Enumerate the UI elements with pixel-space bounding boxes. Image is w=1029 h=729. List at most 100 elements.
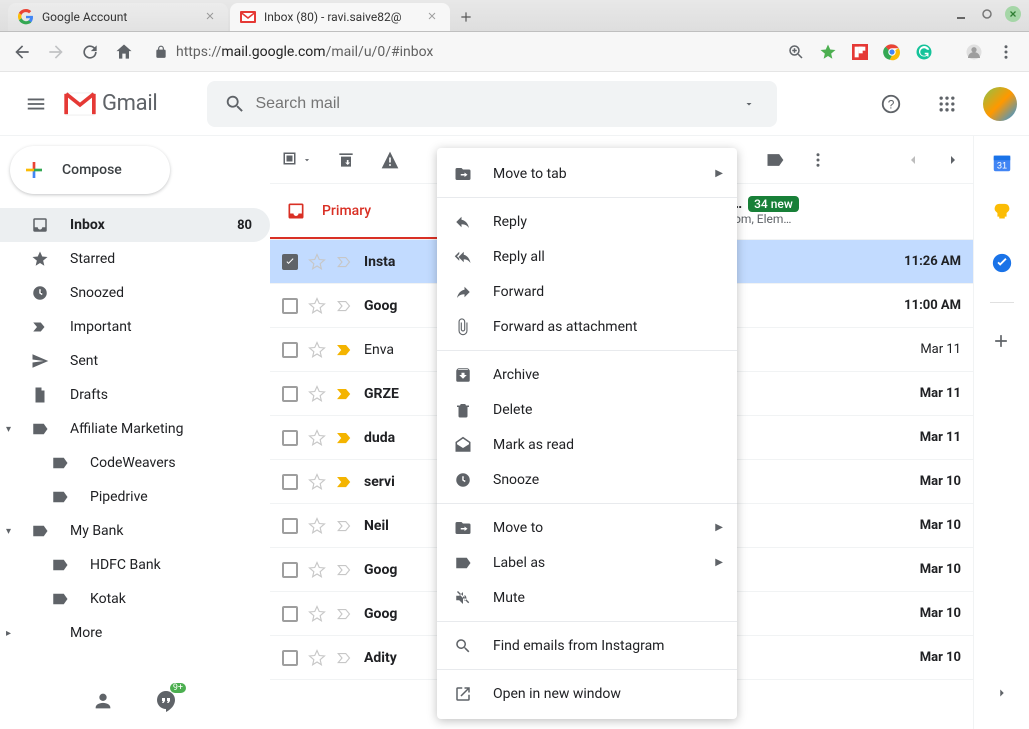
row-checkbox[interactable]	[282, 298, 298, 314]
hangouts-icon[interactable]: 9+	[154, 689, 178, 713]
keep-icon[interactable]	[991, 202, 1013, 224]
star-icon[interactable]	[308, 429, 326, 447]
sidebar-item-hdfc-bank[interactable]: HDFC Bank	[0, 548, 270, 582]
sidebar-item-codeweavers[interactable]: CodeWeavers	[0, 446, 270, 480]
chevron-down-icon[interactable]: ▾	[6, 526, 22, 537]
menu-item-move-to[interactable]: Move to▶	[437, 510, 737, 545]
row-checkbox[interactable]	[282, 474, 298, 490]
browser-tab[interactable]: Google Account	[8, 3, 228, 31]
search-dropdown-icon[interactable]	[729, 98, 769, 110]
sidebar-item-important[interactable]: Important	[0, 310, 270, 344]
menu-item-forward-as-attachment[interactable]: Forward as attachment	[437, 309, 737, 344]
search-input[interactable]	[255, 95, 729, 113]
star-icon[interactable]	[308, 253, 326, 271]
zoom-icon[interactable]	[787, 43, 805, 61]
importance-icon[interactable]	[336, 253, 354, 271]
star-icon[interactable]	[308, 341, 326, 359]
sidebar-item-sent[interactable]: Sent	[0, 344, 270, 378]
menu-item-reply[interactable]: Reply	[437, 204, 737, 239]
browser-menu-icon[interactable]	[997, 43, 1015, 61]
sidebar-item-my-bank[interactable]: ▾My Bank	[0, 514, 270, 548]
menu-item-snooze[interactable]: Snooze	[437, 462, 737, 497]
search-box[interactable]	[207, 81, 777, 127]
sidebar-item-drafts[interactable]: Drafts	[0, 378, 270, 412]
star-icon[interactable]	[308, 649, 326, 667]
chrome-ext-icon[interactable]	[883, 43, 901, 61]
compose-button[interactable]: Compose	[10, 146, 170, 194]
star-icon[interactable]	[308, 517, 326, 535]
sidebar-item-inbox[interactable]: Inbox80	[0, 208, 270, 242]
row-checkbox[interactable]	[282, 606, 298, 622]
menu-item-delete[interactable]: Delete	[437, 392, 737, 427]
more-button[interactable]	[809, 151, 827, 169]
nav-reload-button[interactable]	[76, 38, 104, 66]
report-spam-button[interactable]	[380, 150, 400, 170]
bookmark-star-icon[interactable]	[819, 43, 837, 61]
importance-icon[interactable]	[336, 561, 354, 579]
nav-home-button[interactable]	[110, 38, 138, 66]
calendar-icon[interactable]: 31	[991, 152, 1013, 174]
menu-item-mute[interactable]: Mute	[437, 580, 737, 615]
window-close-icon[interactable]	[1005, 6, 1021, 22]
archive-button[interactable]	[336, 150, 356, 170]
importance-icon[interactable]	[336, 341, 354, 359]
row-checkbox[interactable]	[282, 650, 298, 666]
row-checkbox[interactable]	[282, 254, 298, 270]
nav-forward-button[interactable]	[42, 38, 70, 66]
row-checkbox[interactable]	[282, 386, 298, 402]
importance-icon[interactable]	[336, 473, 354, 491]
url-input[interactable]: https://mail.google.com/mail/u/0/#inbox	[144, 38, 775, 66]
gmail-logo[interactable]: Gmail	[64, 91, 157, 116]
collapse-rail-icon[interactable]	[982, 673, 1022, 713]
chevron-down-icon[interactable]: ▾	[6, 424, 22, 435]
importance-icon[interactable]	[336, 649, 354, 667]
menu-item-find-emails-from-instagram[interactable]: Find emails from Instagram	[437, 628, 737, 663]
row-checkbox[interactable]	[282, 342, 298, 358]
contacts-icon[interactable]	[92, 690, 114, 712]
chevron-right-icon[interactable]: ▸	[6, 628, 22, 639]
row-checkbox[interactable]	[282, 430, 298, 446]
new-tab-button[interactable]	[452, 3, 480, 31]
hamburger-icon[interactable]	[12, 80, 60, 128]
user-avatar[interactable]	[983, 87, 1017, 121]
importance-icon[interactable]	[336, 429, 354, 447]
star-icon[interactable]	[308, 561, 326, 579]
labels-button[interactable]	[765, 150, 785, 170]
apps-grid-icon[interactable]	[927, 84, 967, 124]
star-icon[interactable]	[308, 385, 326, 403]
sidebar-item-kotak[interactable]: Kotak	[0, 582, 270, 616]
tasks-icon[interactable]	[991, 252, 1013, 274]
importance-icon[interactable]	[336, 605, 354, 623]
sidebar-item-more[interactable]: ▸More	[0, 616, 270, 650]
menu-item-forward[interactable]: Forward	[437, 274, 737, 309]
add-addon-icon[interactable]	[991, 331, 1013, 353]
star-icon[interactable]	[308, 605, 326, 623]
sidebar-item-pipedrive[interactable]: Pipedrive	[0, 480, 270, 514]
browser-tab[interactable]: Inbox (80) - ravi.saive82@	[230, 3, 450, 31]
menu-item-open-in-new-window[interactable]: Open in new window	[437, 676, 737, 711]
window-minimize-icon[interactable]	[953, 6, 969, 22]
menu-item-archive[interactable]: Archive	[437, 357, 737, 392]
sidebar-item-snoozed[interactable]: Snoozed	[0, 276, 270, 310]
star-icon[interactable]	[308, 297, 326, 315]
nav-back-button[interactable]	[8, 38, 36, 66]
next-page-button[interactable]	[945, 152, 961, 168]
menu-item-reply-all[interactable]: Reply all	[437, 239, 737, 274]
importance-icon[interactable]	[336, 517, 354, 535]
grammarly-ext-icon[interactable]	[915, 43, 933, 61]
star-icon[interactable]	[308, 473, 326, 491]
search-icon[interactable]	[215, 93, 255, 115]
close-icon[interactable]	[426, 10, 440, 24]
help-button[interactable]: ?	[871, 84, 911, 124]
importance-icon[interactable]	[336, 297, 354, 315]
menu-item-label-as[interactable]: Label as▶	[437, 545, 737, 580]
prev-page-button[interactable]	[905, 152, 921, 168]
row-checkbox[interactable]	[282, 518, 298, 534]
sidebar-item-affiliate-marketing[interactable]: ▾Affiliate Marketing	[0, 412, 270, 446]
select-all-checkbox[interactable]	[282, 151, 312, 169]
flipboard-ext-icon[interactable]	[851, 43, 869, 61]
sidebar-item-starred[interactable]: Starred	[0, 242, 270, 276]
menu-item-mark-as-read[interactable]: Mark as read	[437, 427, 737, 462]
window-maximize-icon[interactable]	[979, 6, 995, 22]
importance-icon[interactable]	[336, 385, 354, 403]
